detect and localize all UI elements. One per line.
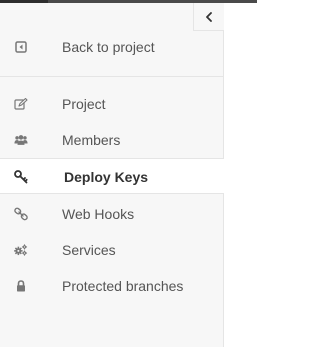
edit-icon xyxy=(14,86,28,122)
sidebar-item-project[interactable]: Project xyxy=(0,86,223,122)
arrow-left-square-icon xyxy=(14,29,28,65)
lock-icon xyxy=(14,268,28,304)
sidebar-item-protected-branches[interactable]: Protected branches xyxy=(0,268,223,304)
sidebar-item-deploy-keys[interactable]: Deploy Keys xyxy=(0,158,224,194)
sidebar-item-members[interactable]: Members xyxy=(0,122,223,158)
sidebar-item-services[interactable]: Services xyxy=(0,232,223,268)
chevron-left-icon xyxy=(206,11,212,22)
sidebar-item-label: Services xyxy=(62,242,116,258)
key-icon xyxy=(14,159,28,195)
sidebar-item-label: Deploy Keys xyxy=(64,169,149,185)
sidebar-item-label: Protected branches xyxy=(62,278,184,294)
cogs-icon xyxy=(14,232,28,268)
back-to-project-label: Back to project xyxy=(62,39,155,55)
users-icon xyxy=(14,122,28,158)
settings-sidebar: Back to project Project Members Deploy K… xyxy=(0,3,224,347)
sidebar-divider xyxy=(0,76,223,77)
link-icon xyxy=(14,196,28,232)
sidebar-item-web-hooks[interactable]: Web Hooks xyxy=(0,196,223,232)
sidebar-item-label: Project xyxy=(62,96,106,112)
sidebar-item-label: Web Hooks xyxy=(62,206,135,222)
collapse-sidebar-button[interactable] xyxy=(193,3,224,31)
sidebar-item-label: Members xyxy=(62,132,121,148)
back-to-project-link[interactable]: Back to project xyxy=(0,29,223,65)
